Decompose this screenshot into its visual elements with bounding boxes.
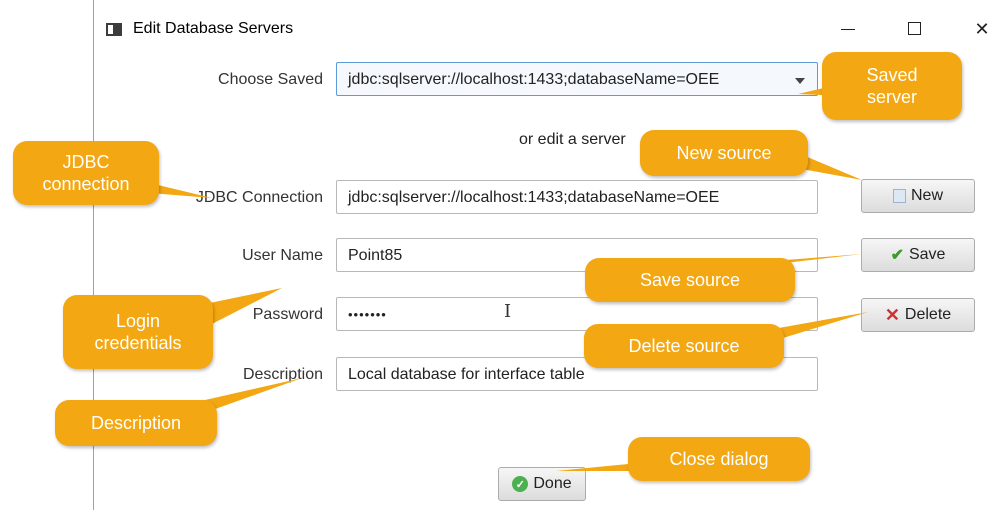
callout-description: Description xyxy=(55,400,217,446)
callout-close-dialog: Close dialog xyxy=(628,437,810,481)
callout-delete-source: Delete source xyxy=(584,324,784,368)
callout-login-credentials: Login credentials xyxy=(63,295,213,369)
callout-saved-server: Saved server xyxy=(822,52,962,120)
callout-new-source: New source xyxy=(640,130,808,176)
callout-save-source: Save source xyxy=(585,258,795,302)
callout-jdbc-connection: JDBC connection xyxy=(13,141,159,205)
